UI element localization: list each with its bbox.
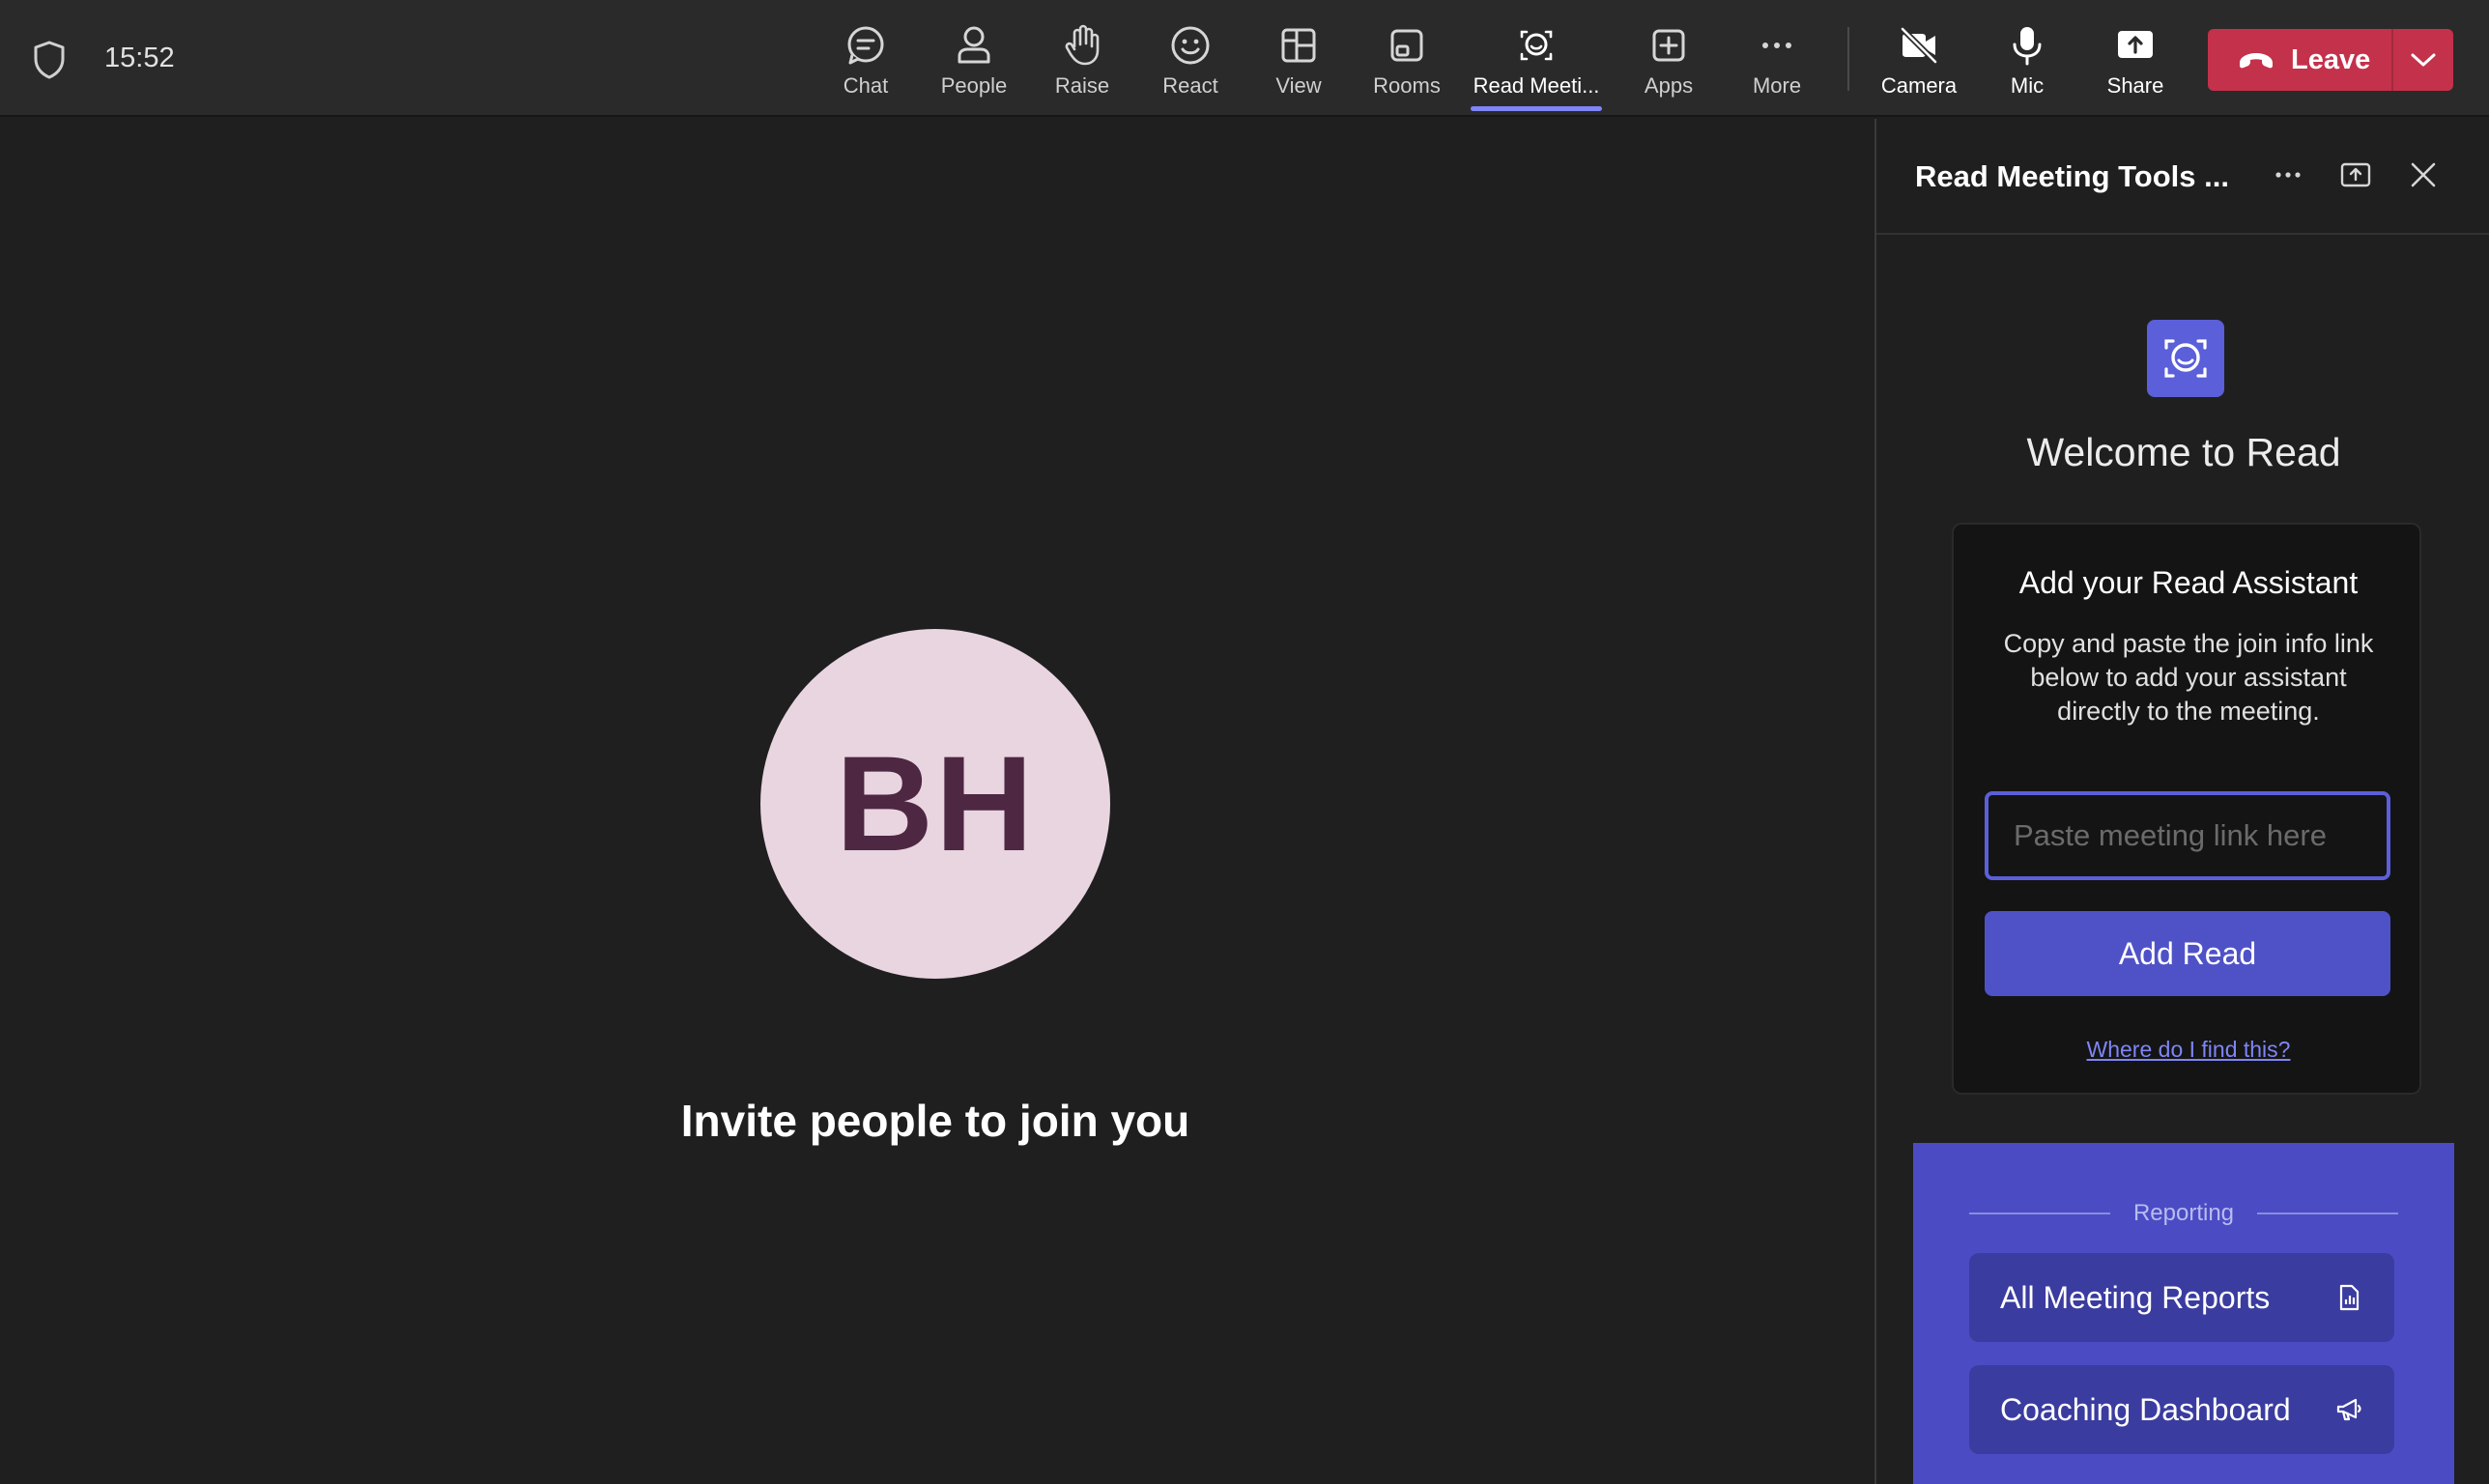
read-logo-icon [2164, 339, 2207, 378]
panel-popout-button[interactable] [2336, 156, 2375, 194]
hang-up-icon [2240, 53, 2273, 69]
leave-button[interactable]: Leave [2208, 29, 2391, 91]
read-logo [2147, 320, 2224, 397]
plus-square-icon [1652, 29, 1685, 62]
react-button[interactable]: React [1136, 0, 1244, 117]
ellipsis-icon [1762, 43, 1791, 48]
leave-label: Leave [2291, 43, 2371, 75]
reporting-heading: Reporting [1969, 1199, 2398, 1228]
leave-options-dropdown[interactable] [2393, 29, 2453, 91]
coaching-dashboard-label: Coaching Dashboard [2000, 1391, 2291, 1427]
where-do-i-find-this-link[interactable]: Where do I find this? [1954, 1037, 2423, 1063]
camera-off-icon [1900, 26, 1938, 65]
raise-label: Raise [1054, 73, 1110, 98]
close-icon [2411, 162, 2436, 187]
meeting-link-input[interactable] [1985, 791, 2390, 880]
all-meeting-reports-button[interactable]: All Meeting Reports [1969, 1253, 2394, 1342]
pop-out-icon [2340, 162, 2371, 187]
reporting-section: Reporting All Meeting Reports Coaching D… [1913, 1143, 2454, 1484]
share-icon [2118, 31, 2153, 58]
panel-close-button[interactable] [2404, 156, 2443, 194]
camera-label: Camera [1880, 73, 1958, 98]
teams-meeting-window: 15:52 Chat People Raise React View Rooms… [0, 0, 2489, 1484]
smiley-icon [1171, 26, 1210, 65]
toolbar-divider [1847, 27, 1849, 91]
view-label: View [1275, 73, 1322, 98]
meeting-timer: 15:52 [104, 43, 175, 73]
read-label: Read Meeti... [1473, 73, 1600, 98]
mic-label: Mic [2010, 73, 2045, 98]
avatar-initials: BH [835, 728, 1036, 879]
raise-hand-button[interactable]: Raise [1028, 0, 1136, 117]
mic-icon [2013, 27, 2042, 66]
share-button[interactable]: Share [2081, 0, 2189, 117]
megaphone-icon [2336, 1398, 2361, 1421]
people-button[interactable]: People [920, 0, 1028, 117]
reporting-label: Reporting [2132, 1200, 2235, 1226]
assistant-card-title: Add your Read Assistant [2018, 565, 2359, 600]
shield-icon[interactable] [33, 41, 66, 79]
divider-line [2257, 1213, 2398, 1214]
chevron-down-icon [2411, 53, 2436, 67]
read-meeting-tools-panel: Read Meeting Tools ... Welcome to Read A… [1874, 119, 2489, 1484]
meeting-stage: BH Invite people to join you [0, 119, 1874, 1484]
all-meeting-reports-label: All Meeting Reports [2000, 1279, 2271, 1315]
panel-more-button[interactable] [2269, 156, 2307, 194]
rooms-label: Rooms [1373, 73, 1441, 98]
view-button[interactable]: View [1244, 0, 1353, 117]
participant-avatar: BH [760, 629, 1110, 979]
apps-button[interactable]: Apps [1615, 0, 1723, 117]
invite-message: Invite people to join you [680, 1096, 1190, 1146]
camera-button[interactable]: Camera [1865, 0, 1973, 117]
share-label: Share [2106, 73, 2164, 98]
people-label: People [940, 73, 1008, 98]
rooms-icon [1390, 29, 1423, 62]
meeting-toolbar: 15:52 Chat People Raise React View Rooms… [0, 0, 2489, 117]
add-read-button[interactable]: Add Read [1985, 911, 2390, 996]
panel-title: Read Meeting Tools ... [1915, 159, 2229, 193]
rooms-button[interactable]: Rooms [1353, 0, 1461, 117]
chat-button[interactable]: Chat [812, 0, 920, 117]
ellipsis-icon [2275, 172, 2301, 178]
report-doc-icon [2339, 1284, 2360, 1311]
layout-icon [1281, 28, 1316, 63]
coaching-dashboard-button[interactable]: Coaching Dashboard [1969, 1365, 2394, 1454]
react-label: React [1162, 73, 1218, 98]
apps-label: Apps [1644, 73, 1694, 98]
more-label: More [1752, 73, 1802, 98]
chat-icon [847, 26, 884, 65]
read-meeting-tools-button[interactable]: Read Meeti... [1465, 0, 1608, 117]
people-icon [958, 26, 990, 64]
divider-line [1969, 1213, 2110, 1214]
mic-button[interactable]: Mic [1973, 0, 2081, 117]
leave-button-group: Leave [2208, 29, 2453, 91]
welcome-heading: Welcome to Read [2026, 430, 2341, 474]
assistant-card-description: Copy and paste the join info link below … [2003, 629, 2374, 726]
more-button[interactable]: More [1723, 0, 1831, 117]
chat-label: Chat [843, 73, 889, 98]
panel-header: Read Meeting Tools ... [1876, 119, 2489, 235]
read-app-icon [1520, 30, 1553, 61]
assistant-card: Add your Read Assistant Copy and paste t… [1952, 523, 2421, 1095]
hand-icon [1065, 24, 1100, 66]
